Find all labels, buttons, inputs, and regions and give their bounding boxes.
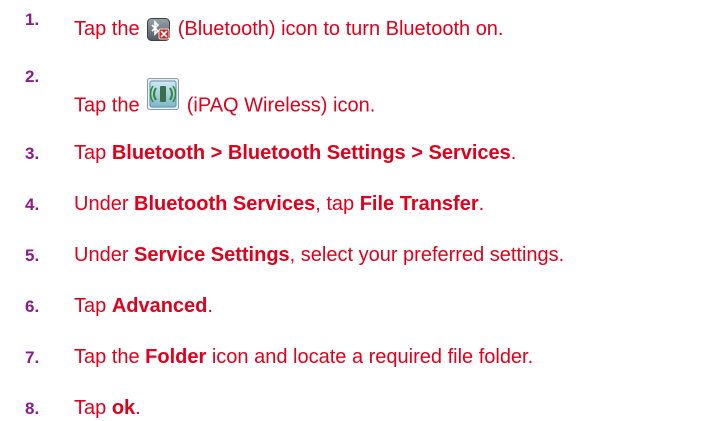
step-number: 4. <box>25 195 40 214</box>
step-text: Tap the (iPAQ Wireless) icon. <box>74 78 376 122</box>
text-fragment: . <box>510 142 517 164</box>
step-number: 5. <box>25 246 40 265</box>
text-fragment: Tap the <box>74 346 146 368</box>
step-number: 2. <box>25 67 40 86</box>
text-fragment: (iPAQ Wireless) icon. <box>181 94 376 117</box>
text-fragment: Under <box>74 244 135 266</box>
text-fragment: Tap the <box>74 94 146 117</box>
step-text: Under Bluetooth Services, tap File Trans… <box>74 192 484 216</box>
text-fragment: . <box>207 295 213 317</box>
text-fragment: Under <box>74 193 135 215</box>
bold-term: File Transfer <box>359 193 479 215</box>
bold-term: ok <box>111 397 136 419</box>
ipaq-wireless-icon <box>147 78 180 110</box>
text-fragment: icon and locate a required file folder. <box>206 346 534 368</box>
text-fragment: Tap <box>74 397 112 419</box>
bold-term: Bluetooth > Bluetooth Settings > Service… <box>111 142 511 164</box>
step-number: 3. <box>25 144 40 163</box>
text-fragment: Tap the <box>74 18 146 40</box>
text-fragment: Tap <box>74 142 112 164</box>
text-fragment: . <box>478 193 485 215</box>
step-text: Tap Bluetooth > Bluetooth Settings > Ser… <box>74 141 516 165</box>
text-fragment: (Bluetooth) icon to turn Bluetooth on. <box>172 18 504 40</box>
text-fragment: , tap <box>315 193 360 215</box>
text-fragment: . <box>135 397 141 419</box>
step-text: Tap Advanced. <box>74 294 213 318</box>
instruction-list: 1. Tap the (Bluetooth) icon to turn Bluet… <box>0 0 723 421</box>
text-fragment: Tap <box>74 295 112 317</box>
step-text: Tap the Folder icon and locate a require… <box>74 345 533 369</box>
bold-term: Advanced <box>111 295 208 317</box>
step-text: Tap ok. <box>74 396 141 420</box>
step-text: Under Service Settings, select your pref… <box>74 243 564 267</box>
step-number: 1. <box>25 10 40 29</box>
step-number: 7. <box>25 348 40 367</box>
text-fragment: , select your preferred settings. <box>289 244 565 266</box>
step-text: Tap the (Bluetooth) icon to turn Bluetoo… <box>74 17 504 42</box>
bluetooth-off-icon <box>147 18 171 42</box>
bold-term: Bluetooth Services <box>134 193 316 215</box>
bold-term: Service Settings <box>134 244 290 266</box>
step-number: 8. <box>25 399 40 418</box>
step-number: 6. <box>25 297 40 316</box>
bold-term: Folder <box>145 346 207 368</box>
